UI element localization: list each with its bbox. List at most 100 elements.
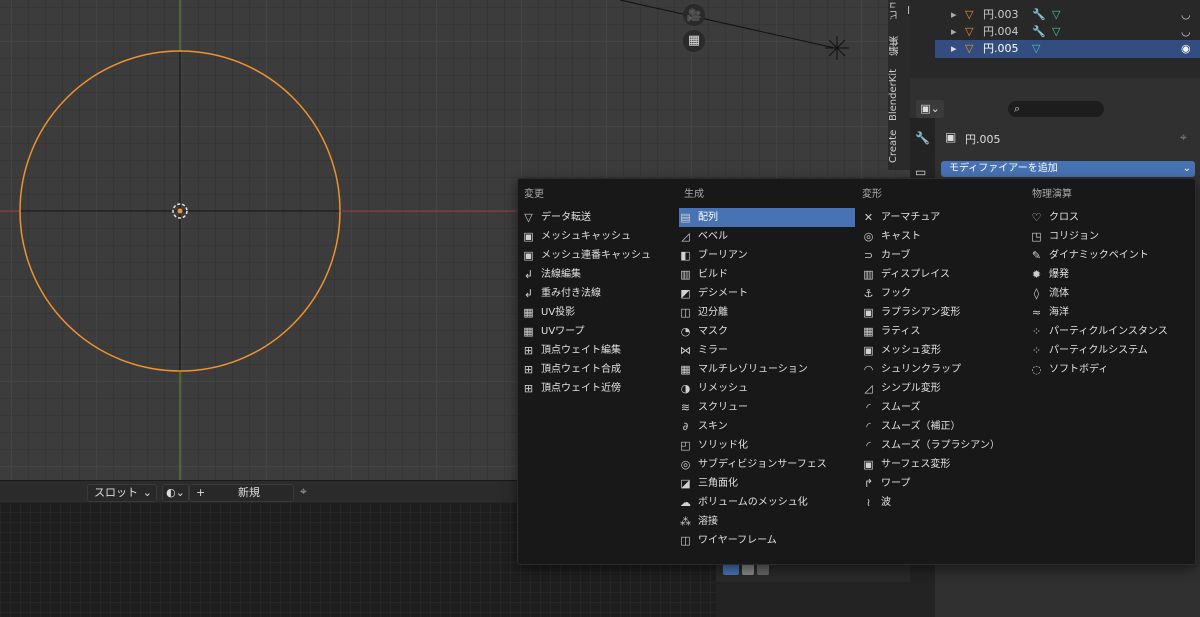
menu-item[interactable]: ⁘ パーティクルシステム	[1030, 341, 1190, 360]
menu-item-label: パーティクルインスタンス	[1049, 326, 1168, 337]
menu-item[interactable]: ◳ コリジョン	[1030, 227, 1190, 246]
menu-item[interactable]: ◿ ベベル	[679, 227, 855, 246]
menu-item[interactable]: ▦ UVワープ	[522, 322, 672, 341]
editor-type-dropdown[interactable]: ▣⌄	[916, 100, 944, 118]
menu-item-label: サブディビジョンサーフェス	[698, 459, 827, 470]
menu-item[interactable]: ◎ キャスト	[862, 227, 1022, 246]
menu-item[interactable]: ↲ 重み付き法線	[522, 284, 672, 303]
modifier-icon: ◎	[863, 230, 874, 243]
menu-item[interactable]: ▦ ラティス	[862, 322, 1022, 341]
camera-view-icon[interactable]: 🎥	[683, 4, 705, 26]
menu-item[interactable]: ⊞ 頂点ウェイト合成	[522, 360, 672, 379]
menu-item[interactable]: ▥ ディスプレイス	[862, 265, 1022, 284]
menu-item[interactable]: ⁂ 溶接	[679, 512, 855, 531]
menu-item[interactable]: ⊃ カーブ	[862, 246, 1022, 265]
menu-item[interactable]: ◜ スムーズ（ラプラシアン）	[862, 436, 1022, 455]
tab-view[interactable]: ビュー	[888, 0, 916, 20]
material-browse-dropdown[interactable]: ◐⌄	[162, 484, 189, 502]
menu-item[interactable]: ▣ ラプラシアン変形	[862, 303, 1022, 322]
pin-icon[interactable]: ⌖	[300, 484, 307, 499]
outliner-row[interactable]: ▸ ▽ 円.003 🔧 ▽ ◡	[935, 6, 1200, 24]
menu-item[interactable]: ▣ サーフェス変形	[862, 455, 1022, 474]
menu-item[interactable]: ↲ 法線編集	[522, 265, 672, 284]
menu-item[interactable]: ◌ ソフトボディ	[1030, 360, 1190, 379]
menu-item-label: ミラー	[698, 345, 728, 356]
menu-item[interactable]: ◩ デシメート	[679, 284, 855, 303]
menu-item[interactable]: ◔ マスク	[679, 322, 855, 341]
menu-item[interactable]: ≀ 波	[862, 493, 1022, 512]
menu-item[interactable]: ◜ スムーズ	[862, 398, 1022, 417]
menu-item[interactable]: ▦ マルチレゾリューション	[679, 360, 855, 379]
eye-icon[interactable]: ◉	[1181, 40, 1191, 58]
modifier-icon: ♡	[1031, 211, 1042, 224]
tab-edit[interactable]: 編集	[888, 26, 910, 66]
modifier-icon: ◠	[863, 363, 874, 376]
tab-create[interactable]: Create	[888, 126, 910, 166]
menu-item-label: UVワープ	[541, 326, 585, 337]
menu-item[interactable]: ◠ シュリンクラップ	[862, 360, 1022, 379]
menu-item[interactable]: ♡ クロス	[1030, 208, 1190, 227]
menu-item[interactable]: ▤ 配列	[679, 208, 855, 227]
menu-item[interactable]: ◜ スムーズ（補正）	[862, 417, 1022, 436]
menu-item[interactable]: ▣ メッシュ変形	[862, 341, 1022, 360]
properties-search-input[interactable]: ⌕	[1008, 101, 1104, 117]
menu-item[interactable]: ◧ ブーリアン	[679, 246, 855, 265]
menu-item[interactable]: ◿ シンプル変形	[862, 379, 1022, 398]
outliner-row-active[interactable]: ▸ ▽ 円.005 ▽ ◉	[935, 40, 1200, 58]
menu-item[interactable]: ✕ アーマチュア	[862, 208, 1022, 227]
menu-item[interactable]: ▣ メッシュキャッシュ	[522, 227, 672, 246]
menu-item-label: 爆発	[1049, 269, 1069, 280]
hidden-eye-icon[interactable]: ◡	[1181, 6, 1191, 24]
modifier-icon: ⁂	[680, 515, 691, 528]
menu-item[interactable]: ⚓ フック	[862, 284, 1022, 303]
menu-item-label: 溶接	[698, 516, 718, 527]
menu-item[interactable]: ◊ 流体	[1030, 284, 1190, 303]
menu-item[interactable]: ≋ スクリュー	[679, 398, 855, 417]
menu-item[interactable]: ◎ サブディビジョンサーフェス	[679, 455, 855, 474]
menu-item-label: コリジョン	[1049, 231, 1099, 242]
menu-item[interactable]: ◰ ソリッド化	[679, 436, 855, 455]
menu-item-label: ソリッド化	[698, 440, 748, 451]
hidden-eye-icon[interactable]: ◡	[1181, 23, 1191, 41]
menu-item[interactable]: ⊞ 頂点ウェイト編集	[522, 341, 672, 360]
light-line	[619, 0, 836, 49]
mesh-data-icon: ▽	[1032, 42, 1041, 55]
menu-item[interactable]: ⋈ ミラー	[679, 341, 855, 360]
menu-item[interactable]: ⁘ パーティクルインスタンス	[1030, 322, 1190, 341]
menu-item[interactable]: ✎ ダイナミックペイント	[1030, 246, 1190, 265]
new-material-button[interactable]: + 新規	[189, 484, 294, 502]
menu-item[interactable]: ↱ ワープ	[862, 474, 1022, 493]
menu-item[interactable]: ≈ 海洋	[1030, 303, 1190, 322]
add-modifier-button[interactable]: モディファイアーを追加 ⌄	[941, 161, 1195, 177]
wrench-tab-icon[interactable]: 🔧	[915, 131, 930, 145]
object-data-icon: ▣	[945, 130, 957, 144]
menu-item[interactable]: ◫ 辺分離	[679, 303, 855, 322]
menu-item[interactable]: ◫ ワイヤーフレーム	[679, 531, 855, 550]
menu-item[interactable]: ⊞ 頂点ウェイト近傍	[522, 379, 672, 398]
expand-arrow-icon[interactable]: ▸	[951, 23, 957, 41]
menu-item[interactable]: ☁ ボリュームのメッシュ化	[679, 493, 855, 512]
slot-dropdown[interactable]: スロット ⌄	[87, 484, 157, 502]
outliner-row[interactable]: ▸ ▽ 円.004 🔧 ▽ ◡	[935, 23, 1200, 41]
particles-tab-icon[interactable]: ▭	[915, 165, 926, 179]
modifier-icon: ◎	[680, 458, 691, 471]
menu-item[interactable]: ∂ スキン	[679, 417, 855, 436]
menu-item[interactable]: ▥ ビルド	[679, 265, 855, 284]
menu-item[interactable]: ◑ リメッシュ	[679, 379, 855, 398]
modifier-icon: ∂	[682, 420, 689, 433]
menu-item[interactable]: ▽ データ転送	[522, 208, 672, 227]
menu-item[interactable]: ◪ 三角面化	[679, 474, 855, 493]
modifier-icon: ◊	[1033, 287, 1040, 300]
menu-item[interactable]: ▦ UV投影	[522, 303, 672, 322]
grid-view-icon[interactable]: ▦	[683, 30, 705, 52]
modifier-icon: ◫	[680, 534, 691, 547]
expand-arrow-icon[interactable]: ▸	[951, 6, 957, 24]
expand-arrow-icon[interactable]: ▸	[951, 40, 957, 58]
menu-item-label: キャスト	[881, 231, 921, 242]
menu-item[interactable]: ✹ 爆発	[1030, 265, 1190, 284]
tab-blenderkit[interactable]: BlenderKit	[888, 66, 910, 124]
outliner-item-label: 円.003	[983, 8, 1019, 21]
column-header-deform: 変形	[862, 189, 882, 200]
menu-item[interactable]: ▣ メッシュ連番キャッシュ	[522, 246, 672, 265]
pin-icon[interactable]: ⌖	[1180, 130, 1187, 145]
